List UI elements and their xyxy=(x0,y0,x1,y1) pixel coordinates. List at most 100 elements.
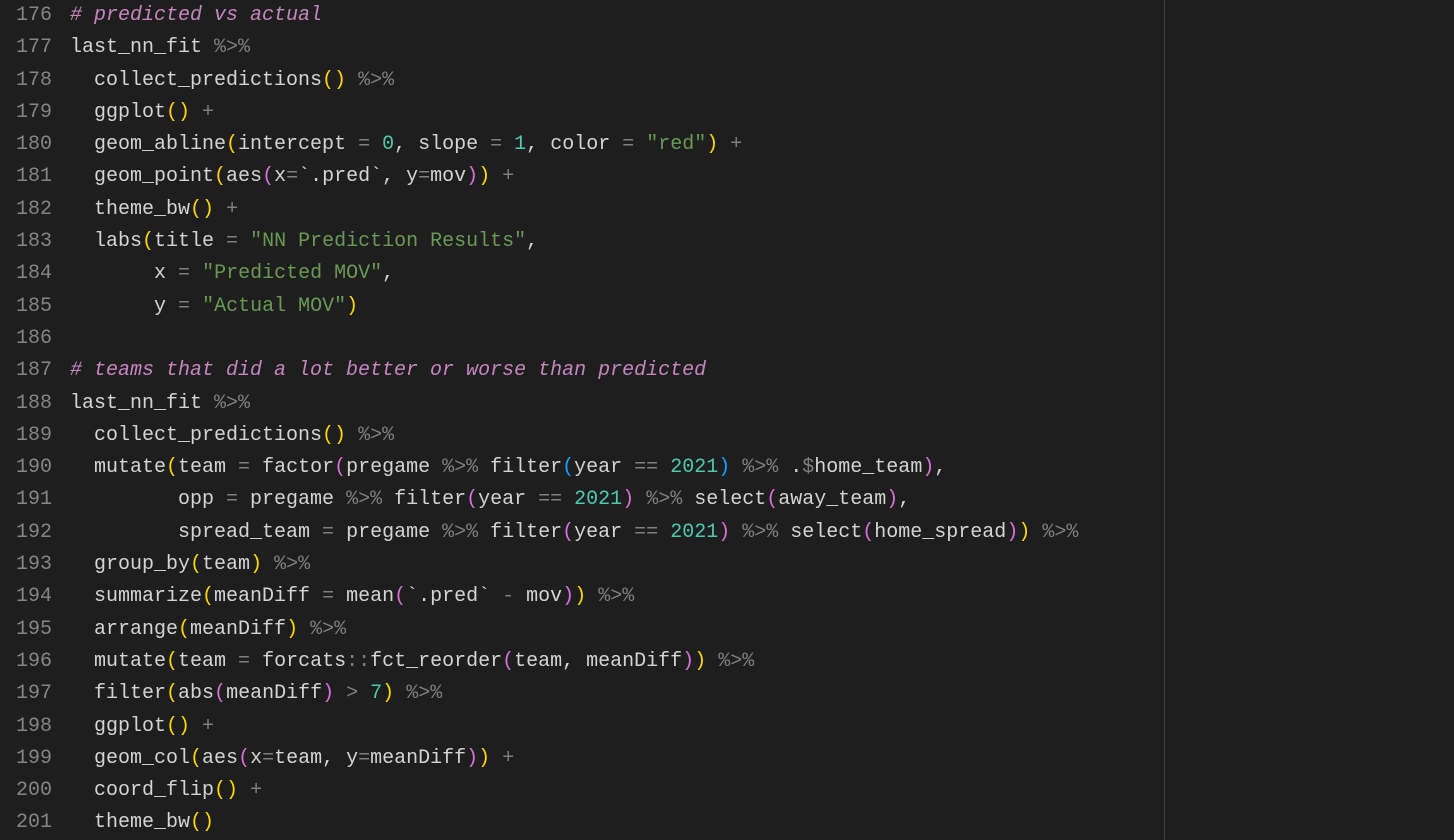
code-token: = xyxy=(178,262,190,285)
code-line[interactable]: x = "Predicted MOV", xyxy=(70,258,1454,290)
code-token: ) xyxy=(346,295,358,318)
code-token: factor xyxy=(250,456,334,479)
code-token: ( xyxy=(178,618,190,641)
code-token: group_by xyxy=(70,553,190,576)
code-token xyxy=(730,521,742,544)
code-token: meanDiff xyxy=(226,682,322,705)
code-token: %>% xyxy=(214,36,250,59)
code-line[interactable]: opp = pregame %>% filter(year == 2021) %… xyxy=(70,484,1454,516)
code-line[interactable]: theme_bw() + xyxy=(70,194,1454,226)
code-token: %>% xyxy=(358,424,394,447)
code-line[interactable]: group_by(team) %>% xyxy=(70,549,1454,581)
code-token: ) xyxy=(382,682,394,705)
code-token: ( xyxy=(238,747,250,770)
code-token: ( xyxy=(226,133,238,156)
code-token: ( xyxy=(502,650,514,673)
code-token: 7 xyxy=(370,682,382,705)
code-content-area[interactable]: # predicted vs actuallast_nn_fit %>% col… xyxy=(70,0,1454,840)
code-token: ( xyxy=(214,682,226,705)
code-token: ( xyxy=(334,456,346,479)
code-token: ) xyxy=(466,165,478,188)
code-token: ( xyxy=(562,521,574,544)
code-editor[interactable]: 1761771781791801811821831841851861871881… xyxy=(0,0,1454,840)
code-token: ) xyxy=(718,456,730,479)
code-token xyxy=(334,682,346,705)
code-token: select xyxy=(778,521,862,544)
code-line[interactable]: geom_col(aes(x=team, y=meanDiff)) + xyxy=(70,743,1454,775)
code-line[interactable]: theme_bw() xyxy=(70,807,1454,839)
code-line[interactable]: summarize(meanDiff = mean(`.pred` - mov)… xyxy=(70,581,1454,613)
code-token: ) xyxy=(694,650,706,673)
code-line[interactable]: # teams that did a lot better or worse t… xyxy=(70,355,1454,387)
code-line[interactable]: mutate(team = factor(pregame %>% filter(… xyxy=(70,452,1454,484)
code-line[interactable]: y = "Actual MOV") xyxy=(70,291,1454,323)
line-number: 196 xyxy=(8,646,52,678)
line-number: 188 xyxy=(8,388,52,420)
line-number: 177 xyxy=(8,32,52,64)
code-line[interactable]: labs(title = "NN Prediction Results", xyxy=(70,226,1454,258)
code-token: = xyxy=(322,521,334,544)
code-line[interactable]: coord_flip() + xyxy=(70,775,1454,807)
code-token: ) xyxy=(322,682,334,705)
code-token: arrange xyxy=(70,618,178,641)
code-token xyxy=(370,133,382,156)
code-line[interactable]: collect_predictions() %>% xyxy=(70,65,1454,97)
code-token xyxy=(490,165,502,188)
code-line[interactable]: collect_predictions() %>% xyxy=(70,420,1454,452)
code-token: title xyxy=(154,230,226,253)
code-token: ( xyxy=(166,456,178,479)
code-line[interactable]: ggplot() + xyxy=(70,97,1454,129)
code-token: ggplot xyxy=(70,715,166,738)
code-token: () xyxy=(166,715,190,738)
code-token: ) xyxy=(622,488,634,511)
code-line[interactable] xyxy=(70,323,1454,355)
code-token: %>% xyxy=(274,553,310,576)
code-token: = xyxy=(490,133,502,156)
code-token: , xyxy=(898,488,910,511)
code-token: + xyxy=(502,165,514,188)
code-token: ) xyxy=(562,585,574,608)
code-token: ggplot xyxy=(70,101,166,124)
code-line[interactable]: spread_team = pregame %>% filter(year ==… xyxy=(70,517,1454,549)
code-token: team xyxy=(178,456,238,479)
code-line[interactable]: filter(abs(meanDiff) > 7) %>% xyxy=(70,678,1454,710)
code-token: , xyxy=(382,262,394,285)
code-token: coord_flip xyxy=(70,779,214,802)
code-token: pregame xyxy=(238,488,346,511)
code-token: geom_abline xyxy=(70,133,226,156)
code-token: %>% xyxy=(598,585,634,608)
code-token: + xyxy=(730,133,742,156)
code-token: + xyxy=(250,779,262,802)
code-token: = xyxy=(226,230,238,253)
code-token: meanDiff xyxy=(190,618,286,641)
code-token xyxy=(658,521,670,544)
code-token: aes xyxy=(226,165,262,188)
code-token: "Predicted MOV" xyxy=(202,262,382,285)
code-token: geom_point xyxy=(70,165,214,188)
code-line[interactable]: last_nn_fit %>% xyxy=(70,388,1454,420)
code-token: %>% xyxy=(1042,521,1078,544)
code-token: 2021 xyxy=(670,456,718,479)
code-line[interactable]: last_nn_fit %>% xyxy=(70,32,1454,64)
code-token xyxy=(190,295,202,318)
code-token: == xyxy=(634,521,658,544)
code-line[interactable]: geom_point(aes(x=`.pred`, y=mov)) + xyxy=(70,161,1454,193)
code-token: = xyxy=(622,133,634,156)
line-number: 190 xyxy=(8,452,52,484)
code-token xyxy=(562,488,574,511)
code-token: = xyxy=(238,650,250,673)
code-token: labs xyxy=(70,230,142,253)
code-line[interactable]: ggplot() + xyxy=(70,711,1454,743)
code-token xyxy=(502,133,514,156)
code-token: %>% xyxy=(346,488,382,511)
code-token: team, y xyxy=(274,747,358,770)
code-line[interactable]: arrange(meanDiff) %>% xyxy=(70,614,1454,646)
code-line[interactable]: mutate(team = forcats::fct_reorder(team,… xyxy=(70,646,1454,678)
code-token: mean xyxy=(334,585,394,608)
code-token: = xyxy=(238,456,250,479)
code-token: 1 xyxy=(514,133,526,156)
code-line[interactable]: geom_abline(intercept = 0, slope = 1, co… xyxy=(70,129,1454,161)
code-token: filter xyxy=(478,521,562,544)
code-line[interactable]: # predicted vs actual xyxy=(70,0,1454,32)
line-number: 182 xyxy=(8,194,52,226)
